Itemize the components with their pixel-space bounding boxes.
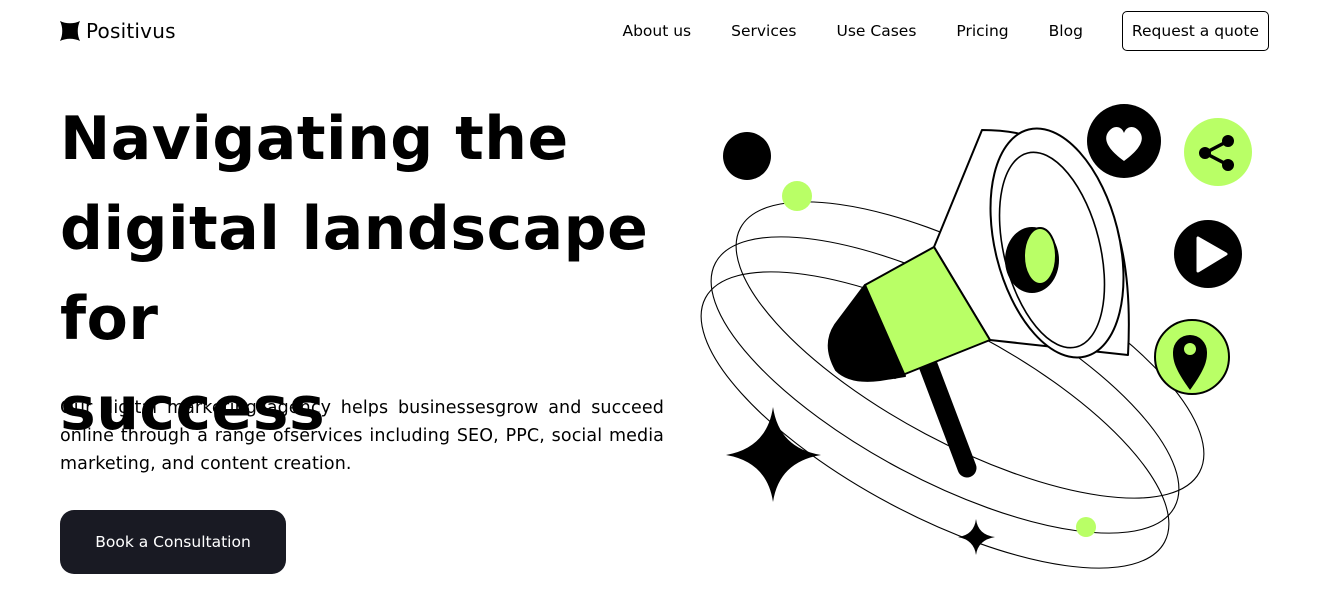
brand-name: Positivus [86,19,176,43]
location-pin-icon [1154,319,1230,395]
green-dot [782,181,812,211]
top-navbar: Positivus About us Services Use Cases Pr… [60,10,1269,52]
book-consultation-button[interactable]: Book a Consultation [60,510,286,574]
nav-link-pricing[interactable]: Pricing [956,22,1008,40]
nav-link-about-us[interactable]: About us [622,22,691,40]
hero-title-line-1: Navigating the [60,104,569,174]
sparkle-logo-icon [60,21,80,41]
request-quote-button[interactable]: Request a quote [1121,11,1269,51]
share-icon [1184,118,1252,186]
hero-title-line-2: digital landscape for [60,194,649,354]
brand-logo[interactable]: Positivus [60,19,176,43]
nav-link-blog[interactable]: Blog [1049,22,1083,40]
nav-link-use-cases[interactable]: Use Cases [837,22,917,40]
heart-icon [1087,104,1161,178]
hero-illustration [700,104,1252,569]
megaphone-icon [827,127,1130,478]
sparkle-star-icon [726,407,821,502]
hero-description: Our digital marketing agency helps busin… [60,398,664,474]
green-dot-small [1076,517,1096,537]
small-star-icon [958,519,995,555]
black-dot [723,132,771,180]
nav-link-services[interactable]: Services [731,22,796,40]
play-icon [1174,220,1242,288]
nav-links: About us Services Use Cases Pricing Blog [622,22,1121,40]
